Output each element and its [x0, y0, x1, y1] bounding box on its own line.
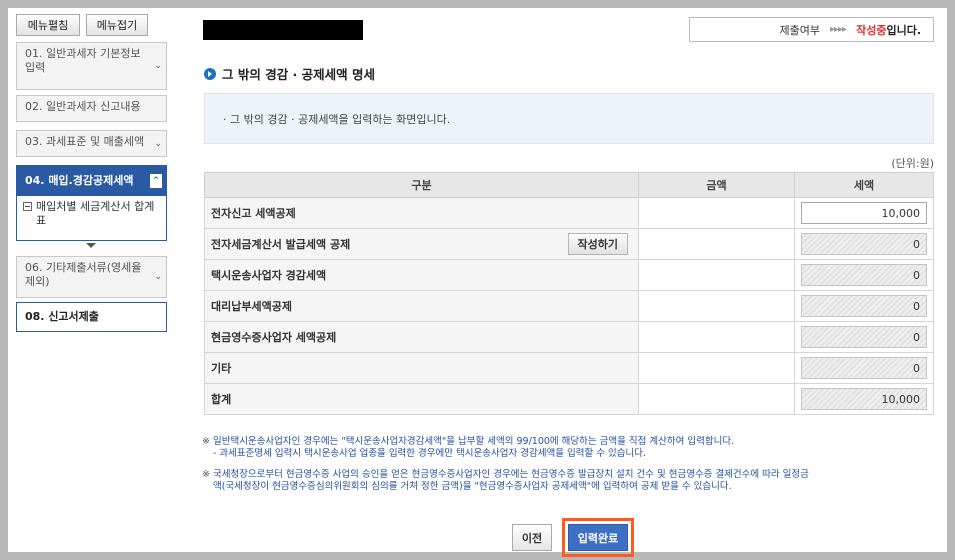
row-tax — [794, 228, 934, 260]
note-item: ※ 국세청장으로부터 현금영수증 사업의 승인을 얻은 현금영수증사업자인 경우… — [202, 469, 937, 493]
tax-input-e-invoice — [801, 233, 927, 255]
row-amount — [638, 228, 795, 260]
row-amount — [638, 259, 795, 291]
row-label: 합계 — [204, 383, 639, 415]
row-tax — [794, 259, 934, 291]
status-state: 작성중 — [856, 23, 887, 37]
row-amount — [638, 383, 795, 415]
submit-input-button[interactable]: 입력완료 — [568, 524, 628, 551]
deduction-table: 구분 금액 세액 전자신고 세액공제 전자세금계산서 발급세액 공제 작성하기 — [204, 172, 934, 415]
sidebar-item-tax-base[interactable]: 03. 과세표준 및 매출세액 ⌄ — [16, 130, 167, 157]
sidebar-item-label: 01. 일반과세자 기본정보 입력 — [25, 47, 141, 74]
row-label: 대리납부세액공제 — [204, 290, 639, 322]
tax-input-other — [801, 357, 927, 379]
header-tax: 세액 — [794, 172, 934, 198]
row-tax — [794, 197, 934, 229]
tax-input-proxy-payment — [801, 295, 927, 317]
status-prefix: 제출여부 — [779, 23, 820, 37]
down-arrow-icon — [86, 243, 96, 248]
bullet-arrow-icon — [204, 67, 216, 80]
table-row: 대리납부세액공제 — [204, 290, 934, 322]
row-amount — [638, 290, 795, 322]
chevron-down-icon: ⌄ — [154, 61, 162, 71]
row-amount — [638, 321, 795, 353]
row-label: 택시운송사업자 경감세액 — [204, 259, 639, 291]
section-title-text: 그 밖의 경감 · 공제세액 명세 — [222, 67, 376, 82]
sidebar-item-label: 08. 신고서제출 — [25, 310, 99, 323]
tax-input-total — [801, 388, 927, 410]
status-suffix: 입니다. — [886, 23, 921, 37]
table-header-row: 구분 금액 세액 — [204, 172, 934, 198]
window-frame: 메뉴펼침 메뉴접기 01. 일반과세자 기본정보 입력 ⌄ 02. 일반과세자 … — [8, 8, 947, 557]
tax-input-e-filing[interactable] — [801, 202, 927, 224]
sidebar-item-label: 06. 기타제출서류(영세율 제외) — [25, 261, 142, 288]
header-category: 구분 — [204, 172, 639, 198]
sidebar-item-label: 02. 일반과세자 신고내용 — [25, 100, 141, 113]
sidebar-item-submit[interactable]: 08. 신고서제출 — [16, 302, 167, 332]
table-row: 전자세금계산서 발급세액 공제 작성하기 — [204, 228, 934, 260]
arrows-icon: ▸▸▸▸ — [830, 24, 847, 35]
note-text: 일반택시운송사업자인 경우에는 "택시운송사업자경감세액"을 납부할 세액의 9… — [212, 436, 735, 447]
tax-input-taxi — [801, 264, 927, 286]
note-mark: ※ — [202, 436, 210, 447]
row-label-text: 전자세금계산서 발급세액 공제 — [211, 238, 351, 251]
note-text: 국세청장으로부터 현금영수증 사업의 승인을 얻은 현금영수증사업자인 경우에는… — [212, 469, 809, 480]
table-row: 기타 — [204, 352, 934, 384]
table-row: 합계 — [204, 383, 934, 415]
submission-status: 제출여부 ▸▸▸▸ 작성중 입니다. — [689, 17, 934, 42]
prev-button[interactable]: 이전 — [512, 524, 552, 551]
highlight-box: 입력완료 — [562, 518, 634, 557]
chevron-down-icon: ⌄ — [154, 272, 162, 282]
row-tax — [794, 383, 934, 415]
sidebar-subitem-label: 매입처별 세금계산서 합계표 — [36, 200, 155, 227]
sidebar-item-purchase-deduction[interactable]: 04. 매입.경감공제세액 ⌃ — [16, 165, 167, 196]
info-box: · 그 밖의 경감 · 공제세액을 입력하는 화면입니다. — [204, 93, 934, 144]
chevron-up-icon: ⌃ — [150, 173, 162, 188]
notes: ※ 일반택시운송사업자인 경우에는 "택시운송사업자경감세액"을 납부할 세액의… — [202, 436, 937, 502]
sidebar-subitem-purchase-invoice[interactable]: 매입처별 세금계산서 합계표 — [23, 200, 160, 228]
note-text: 액(국세청장이 현금영수증심의위원회의 심의를 거쳐 정한 금액)을 "현금영수… — [212, 481, 732, 492]
row-label: 전자신고 세액공제 — [204, 197, 639, 229]
tax-input-cash-receipt — [801, 326, 927, 348]
sidebar-item-report-content[interactable]: 02. 일반과세자 신고내용 — [16, 95, 167, 122]
expand-all-button[interactable]: 메뉴펼침 — [16, 14, 80, 36]
row-tax — [794, 321, 934, 353]
sidebar-item-label: 03. 과세표준 및 매출세액 — [25, 135, 145, 148]
row-tax — [794, 290, 934, 322]
sidebar-item-label: 04. 매입.경감공제세액 — [25, 173, 134, 187]
note-item: ※ 일반택시운송사업자인 경우에는 "택시운송사업자경감세액"을 납부할 세액의… — [202, 436, 937, 460]
row-amount — [638, 352, 795, 384]
chevron-down-icon: ⌄ — [154, 138, 162, 149]
sidebar-item-basic-info[interactable]: 01. 일반과세자 기본정보 입력 ⌄ — [16, 42, 167, 90]
section-title: 그 밖의 경감 · 공제세액 명세 — [204, 64, 375, 83]
row-label: 전자세금계산서 발급세액 공제 작성하기 — [204, 228, 639, 260]
note-text: - 과세표준명세 입력시 택시운송사업 업종을 입력한 경우에만 택시운송사업자… — [212, 448, 646, 459]
row-amount — [638, 197, 795, 229]
action-buttons: 이전 입력완료 — [512, 518, 634, 557]
menu-buttons: 메뉴펼침 메뉴접기 — [16, 14, 148, 36]
table-row: 전자신고 세액공제 — [204, 197, 934, 229]
sidebar: 메뉴펼침 메뉴접기 01. 일반과세자 기본정보 입력 ⌄ 02. 일반과세자 … — [16, 8, 176, 552]
table-row: 현금영수증사업자 세액공제 — [204, 321, 934, 353]
table-row: 택시운송사업자 경감세액 — [204, 259, 934, 291]
header-amount: 금액 — [638, 172, 795, 198]
collapse-all-button[interactable]: 메뉴접기 — [86, 14, 148, 36]
redacted-title — [203, 20, 363, 40]
row-tax — [794, 352, 934, 384]
sidebar-item-other-docs[interactable]: 06. 기타제출서류(영세율 제외) ⌄ — [16, 256, 167, 298]
note-mark: ※ — [202, 469, 210, 480]
row-label: 현금영수증사업자 세액공제 — [204, 321, 639, 353]
main-content: 제출여부 ▸▸▸▸ 작성중 입니다. 그 밖의 경감 · 공제세액 명세 · 그… — [194, 8, 937, 557]
row-label: 기타 — [204, 352, 639, 384]
write-button[interactable]: 작성하기 — [567, 233, 628, 255]
sidebar-subpanel: 매입처별 세금계산서 합계표 — [16, 196, 167, 241]
collapse-box-icon — [23, 202, 32, 211]
unit-label: (단위:원) — [891, 157, 934, 170]
info-text: · 그 밖의 경감 · 공제세액을 입력하는 화면입니다. — [223, 112, 451, 126]
